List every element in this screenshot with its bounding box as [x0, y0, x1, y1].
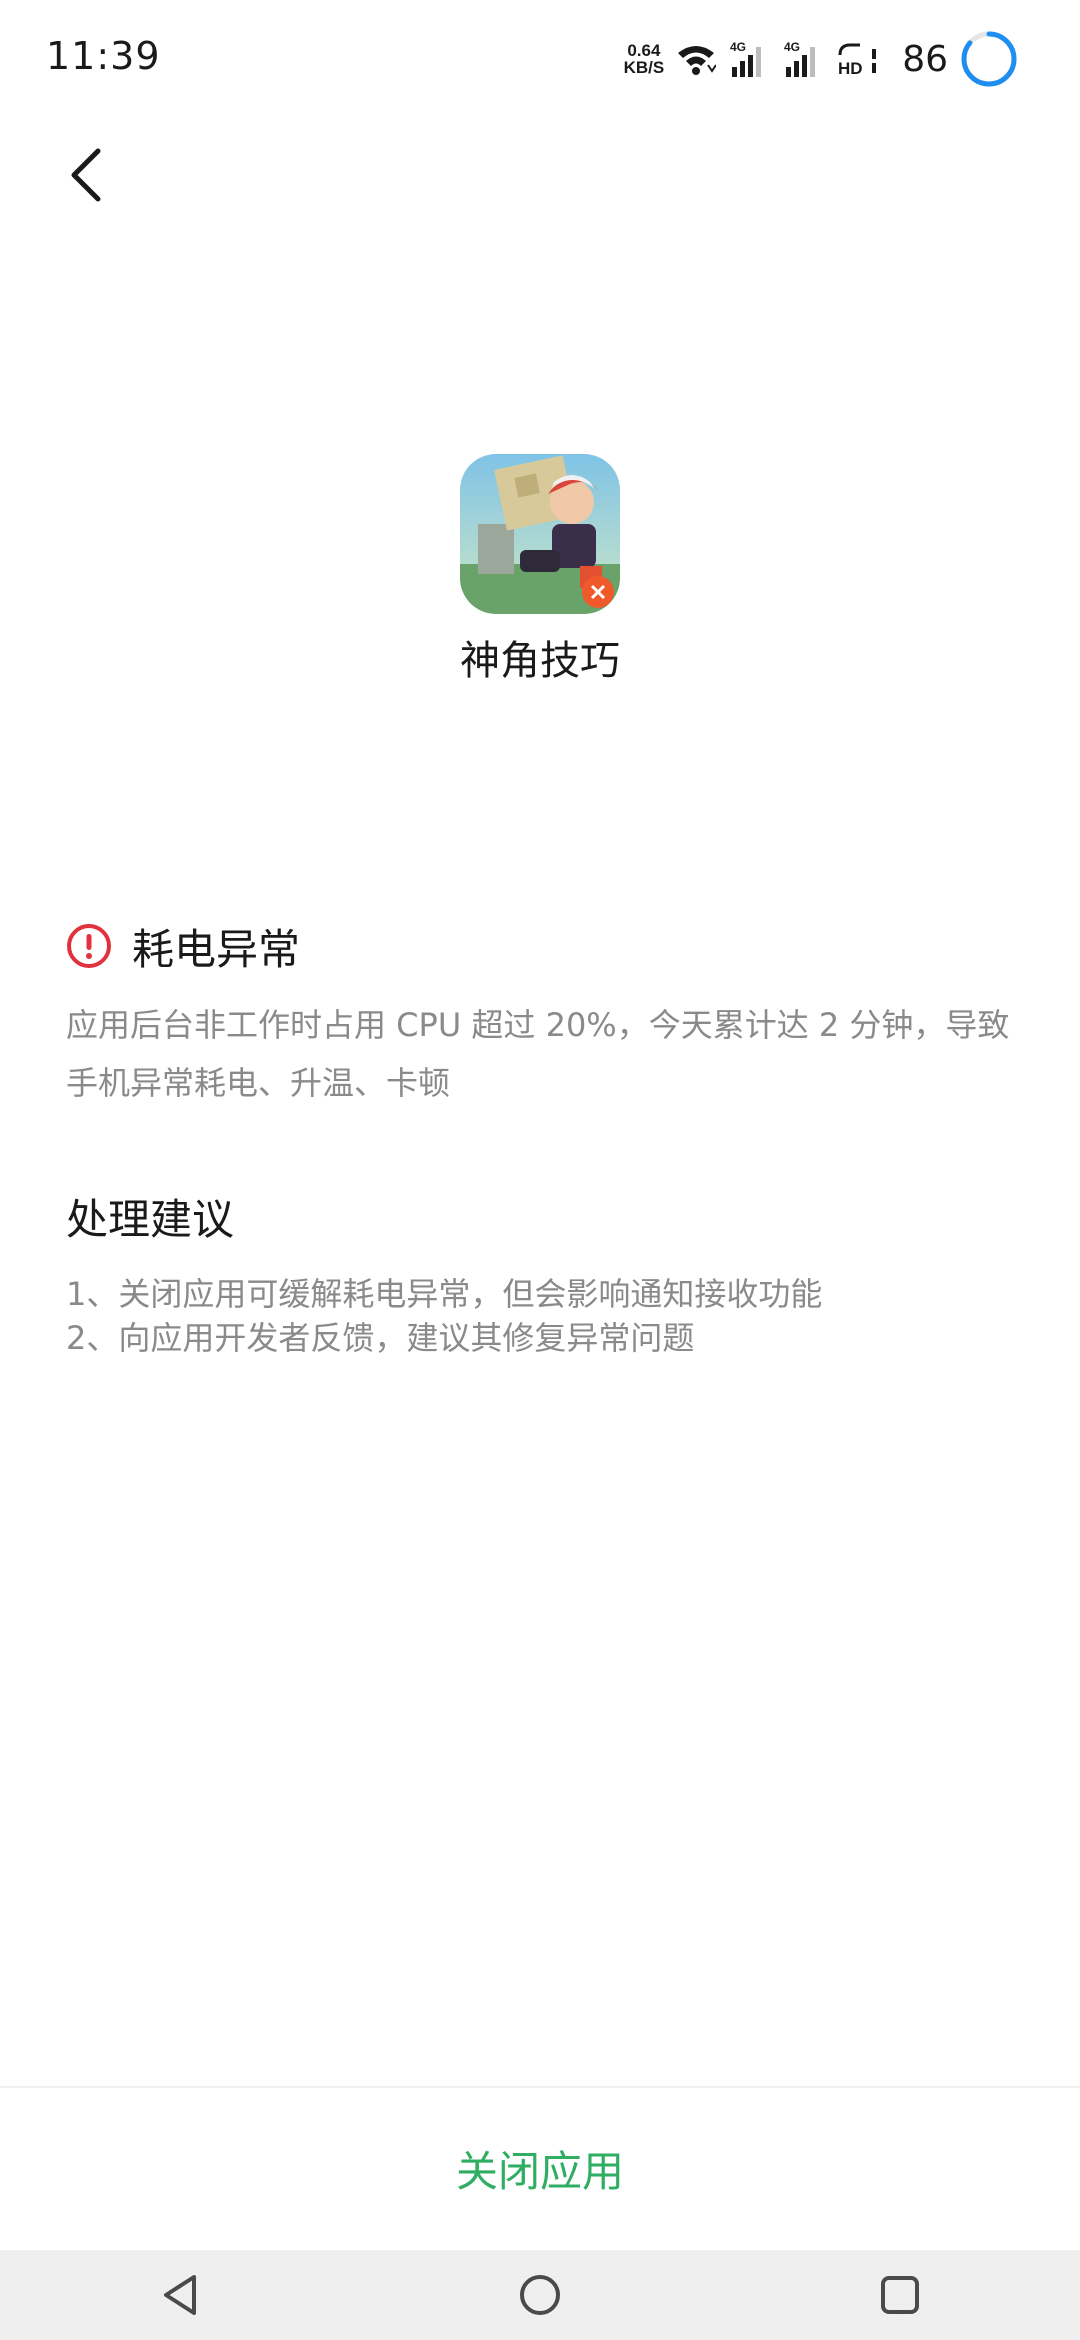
nav-recents-icon: [881, 2276, 919, 2314]
network-speed-value: 0.64: [627, 41, 661, 60]
network-speed: 0.64 KB/S: [624, 42, 665, 76]
close-app-button[interactable]: 关闭应用: [0, 2088, 1080, 2248]
hd-voice-icon: HD: [838, 43, 877, 77]
back-button[interactable]: [56, 140, 116, 210]
power-anomaly-section: 耗电异常 应用后台非工作时占用 CPU 超过 20%，今天累计达 2 分钟，导致…: [66, 918, 1026, 1112]
battery-level: 86: [902, 38, 948, 80]
alert-icon: [67, 924, 111, 968]
nav-back-button[interactable]: [120, 2250, 240, 2340]
signal-2-label: 4G: [784, 40, 800, 54]
network-speed-unit: KB/S: [623, 58, 665, 77]
status-time: 11:39: [46, 34, 161, 78]
status-bar: 11:39 0.64 KB/S 4G 4G HD 86: [0, 0, 1080, 120]
signal-4g-icon: 4G: [730, 40, 762, 77]
nav-back-icon: [164, 2275, 196, 2315]
power-anomaly-title: 耗电异常: [132, 924, 301, 974]
back-arrow-icon: [71, 148, 101, 202]
signal-1-label: 4G: [730, 40, 746, 54]
advice-title: 处理建议: [66, 1195, 235, 1244]
hd-label: HD: [838, 59, 863, 77]
advice-item: 1、关闭应用可缓解耗电异常，但会影响通知接收功能: [66, 1275, 823, 1313]
power-anomaly-description: 应用后台非工作时占用 CPU 超过 20%，今天累计达 2 分钟，导致手机异常耗…: [66, 1006, 1010, 1102]
app-name: 神角技巧: [460, 638, 620, 684]
battery-ring-icon: [961, 31, 1017, 87]
advice-list: 1、关闭应用可缓解耗电异常，但会影响通知接收功能 2、向应用开发者反馈，建议其修…: [66, 1272, 1026, 1360]
nav-recents-button[interactable]: [840, 2250, 960, 2340]
power-anomaly-heading: 耗电异常: [66, 918, 1026, 974]
advice-item: 2、向应用开发者反馈，建议其修复异常问题: [66, 1319, 695, 1357]
nav-home-button[interactable]: [480, 2250, 600, 2340]
signal-4g-icon-2: 4G: [784, 40, 816, 77]
advice-section: 处理建议 1、关闭应用可缓解耗电异常，但会影响通知接收功能 2、向应用开发者反馈…: [66, 1190, 1026, 1360]
wifi-icon: [678, 46, 717, 75]
app-icon: [460, 454, 620, 614]
navigation-bar: [0, 2250, 1080, 2340]
nav-home-icon: [520, 2275, 560, 2315]
status-icons: 0.64 KB/S 4G 4G HD 86: [624, 24, 1018, 94]
